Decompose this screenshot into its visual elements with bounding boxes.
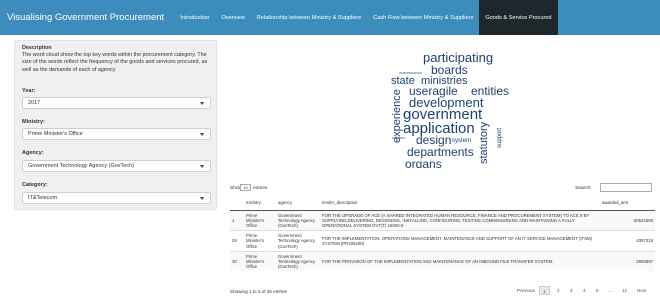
previous-button[interactable]: Previous [517,286,535,295]
page-button-12[interactable]: 12 [622,286,627,295]
cell-index: 30 [230,250,244,272]
filter-panel: Description The word cloud show the top … [14,40,217,210]
ministry-label: Ministry: [22,119,45,125]
tab-relationship[interactable]: Relationship between Ministry & Supplier… [251,0,367,35]
tab-overview[interactable]: Overview [215,0,250,35]
word: support [497,128,503,148]
column-header-tender-description[interactable]: tender_description [320,196,600,211]
word: software [392,136,405,140]
year-label: Year: [22,88,36,94]
page-length-select[interactable]: 10 [240,184,251,191]
tab-cash-flow[interactable]: Cash Flow between Ministry & Suppliers [367,0,479,35]
cell-ministry: Prime Minister's Office [244,230,276,252]
cell-index: 29 [230,230,244,252]
next-button[interactable]: Next [637,286,646,295]
cell-amount: 60521600 [600,209,655,231]
column-header-index[interactable] [230,196,244,211]
ministry-value: Prime Minister's Office [28,131,83,137]
column-header-agency[interactable]: agency [276,196,320,211]
chevron-down-icon [200,197,204,200]
cell-ministry: Prime Minister's Office [244,250,276,272]
cell-ministry: Prime Minister's Office [244,209,276,231]
word: system [452,138,471,144]
page-button-4[interactable]: 4 [583,286,586,295]
word-cloud: participating boards maintenance state m… [391,50,509,168]
page-button-3[interactable]: 3 [570,286,573,295]
search-input[interactable] [600,183,652,192]
agency-select[interactable]: Government Technology Agency (GovTech) [22,160,211,172]
cell-amount: 2906897 [600,250,655,272]
page-button-1[interactable]: 1 [539,286,550,295]
column-header-awarded-amt[interactable]: awarded_amt [600,196,655,211]
table-info: Showing 1 to 3 of 36 entries [230,289,287,294]
cell-agency: Government Technology Agency (GovTech) [276,209,320,231]
table-row[interactable]: 29 Prime Minister's Office Government Te… [230,230,655,252]
word: organs [405,157,442,168]
chevron-down-icon [200,133,204,136]
page-button-5[interactable]: 5 [596,286,599,295]
agency-label: Agency: [22,150,44,156]
cell-agency: Government Technology Agency (GovTech) [276,230,320,252]
cell-agency: Government Technology Agency (GovTech) [276,250,320,272]
agency-value: Government Technology Agency (GovTech) [28,163,134,169]
entries-label: entries [253,186,268,191]
cell-amount: 4397315 [600,230,655,252]
pagination-ellipsis: … [608,288,613,293]
top-navbar: Visualising Government Procurement Intro… [0,0,660,35]
cell-description: FOR THE IMPLEMENTATION, OPERATIONS MANAG… [320,230,600,252]
cell-description: FOR THE PROVISION OF THE IMPLEMENTATION … [320,250,600,272]
word: statutory [478,121,490,164]
procurement-table: ministry agency tender_description award… [230,196,655,272]
page-button-2[interactable]: 2 [557,286,560,295]
chevron-down-icon [200,102,204,105]
description-text: The word cloud show the top key words wi… [22,52,208,73]
cell-index: 1 [230,209,244,231]
ministry-select[interactable]: Prime Minister's Office [22,128,211,140]
description-title: Description [22,45,52,51]
table-controls: Show 10 entries Search: [230,183,655,195]
app-title: Visualising Government Procurement [7,12,165,23]
table-row[interactable]: 30 Prime Minister's Office Government Te… [230,250,655,272]
category-label: Category: [22,182,48,188]
category-select[interactable]: IT&Telecom [22,192,211,204]
tab-goods-services[interactable]: Goods & Service Procured [479,0,558,35]
year-value: 2017 [28,100,41,106]
table-row[interactable]: 1 Prime Minister's Office Government Tec… [230,209,655,231]
search-label: Search: [575,186,592,191]
cell-description: FOR THE UPGRADE OF ACE (A SHARED INTEGRA… [320,209,600,231]
table-footer: Showing 1 to 3 of 36 entries Previous 1 … [230,286,655,296]
chevron-down-icon [200,165,204,168]
category-value: IT&Telecom [28,195,58,201]
tab-introduction[interactable]: Introduction [174,0,215,35]
year-select[interactable]: 2017 [22,97,211,109]
word: experience [391,89,403,143]
column-header-ministry[interactable]: ministry [244,196,276,211]
